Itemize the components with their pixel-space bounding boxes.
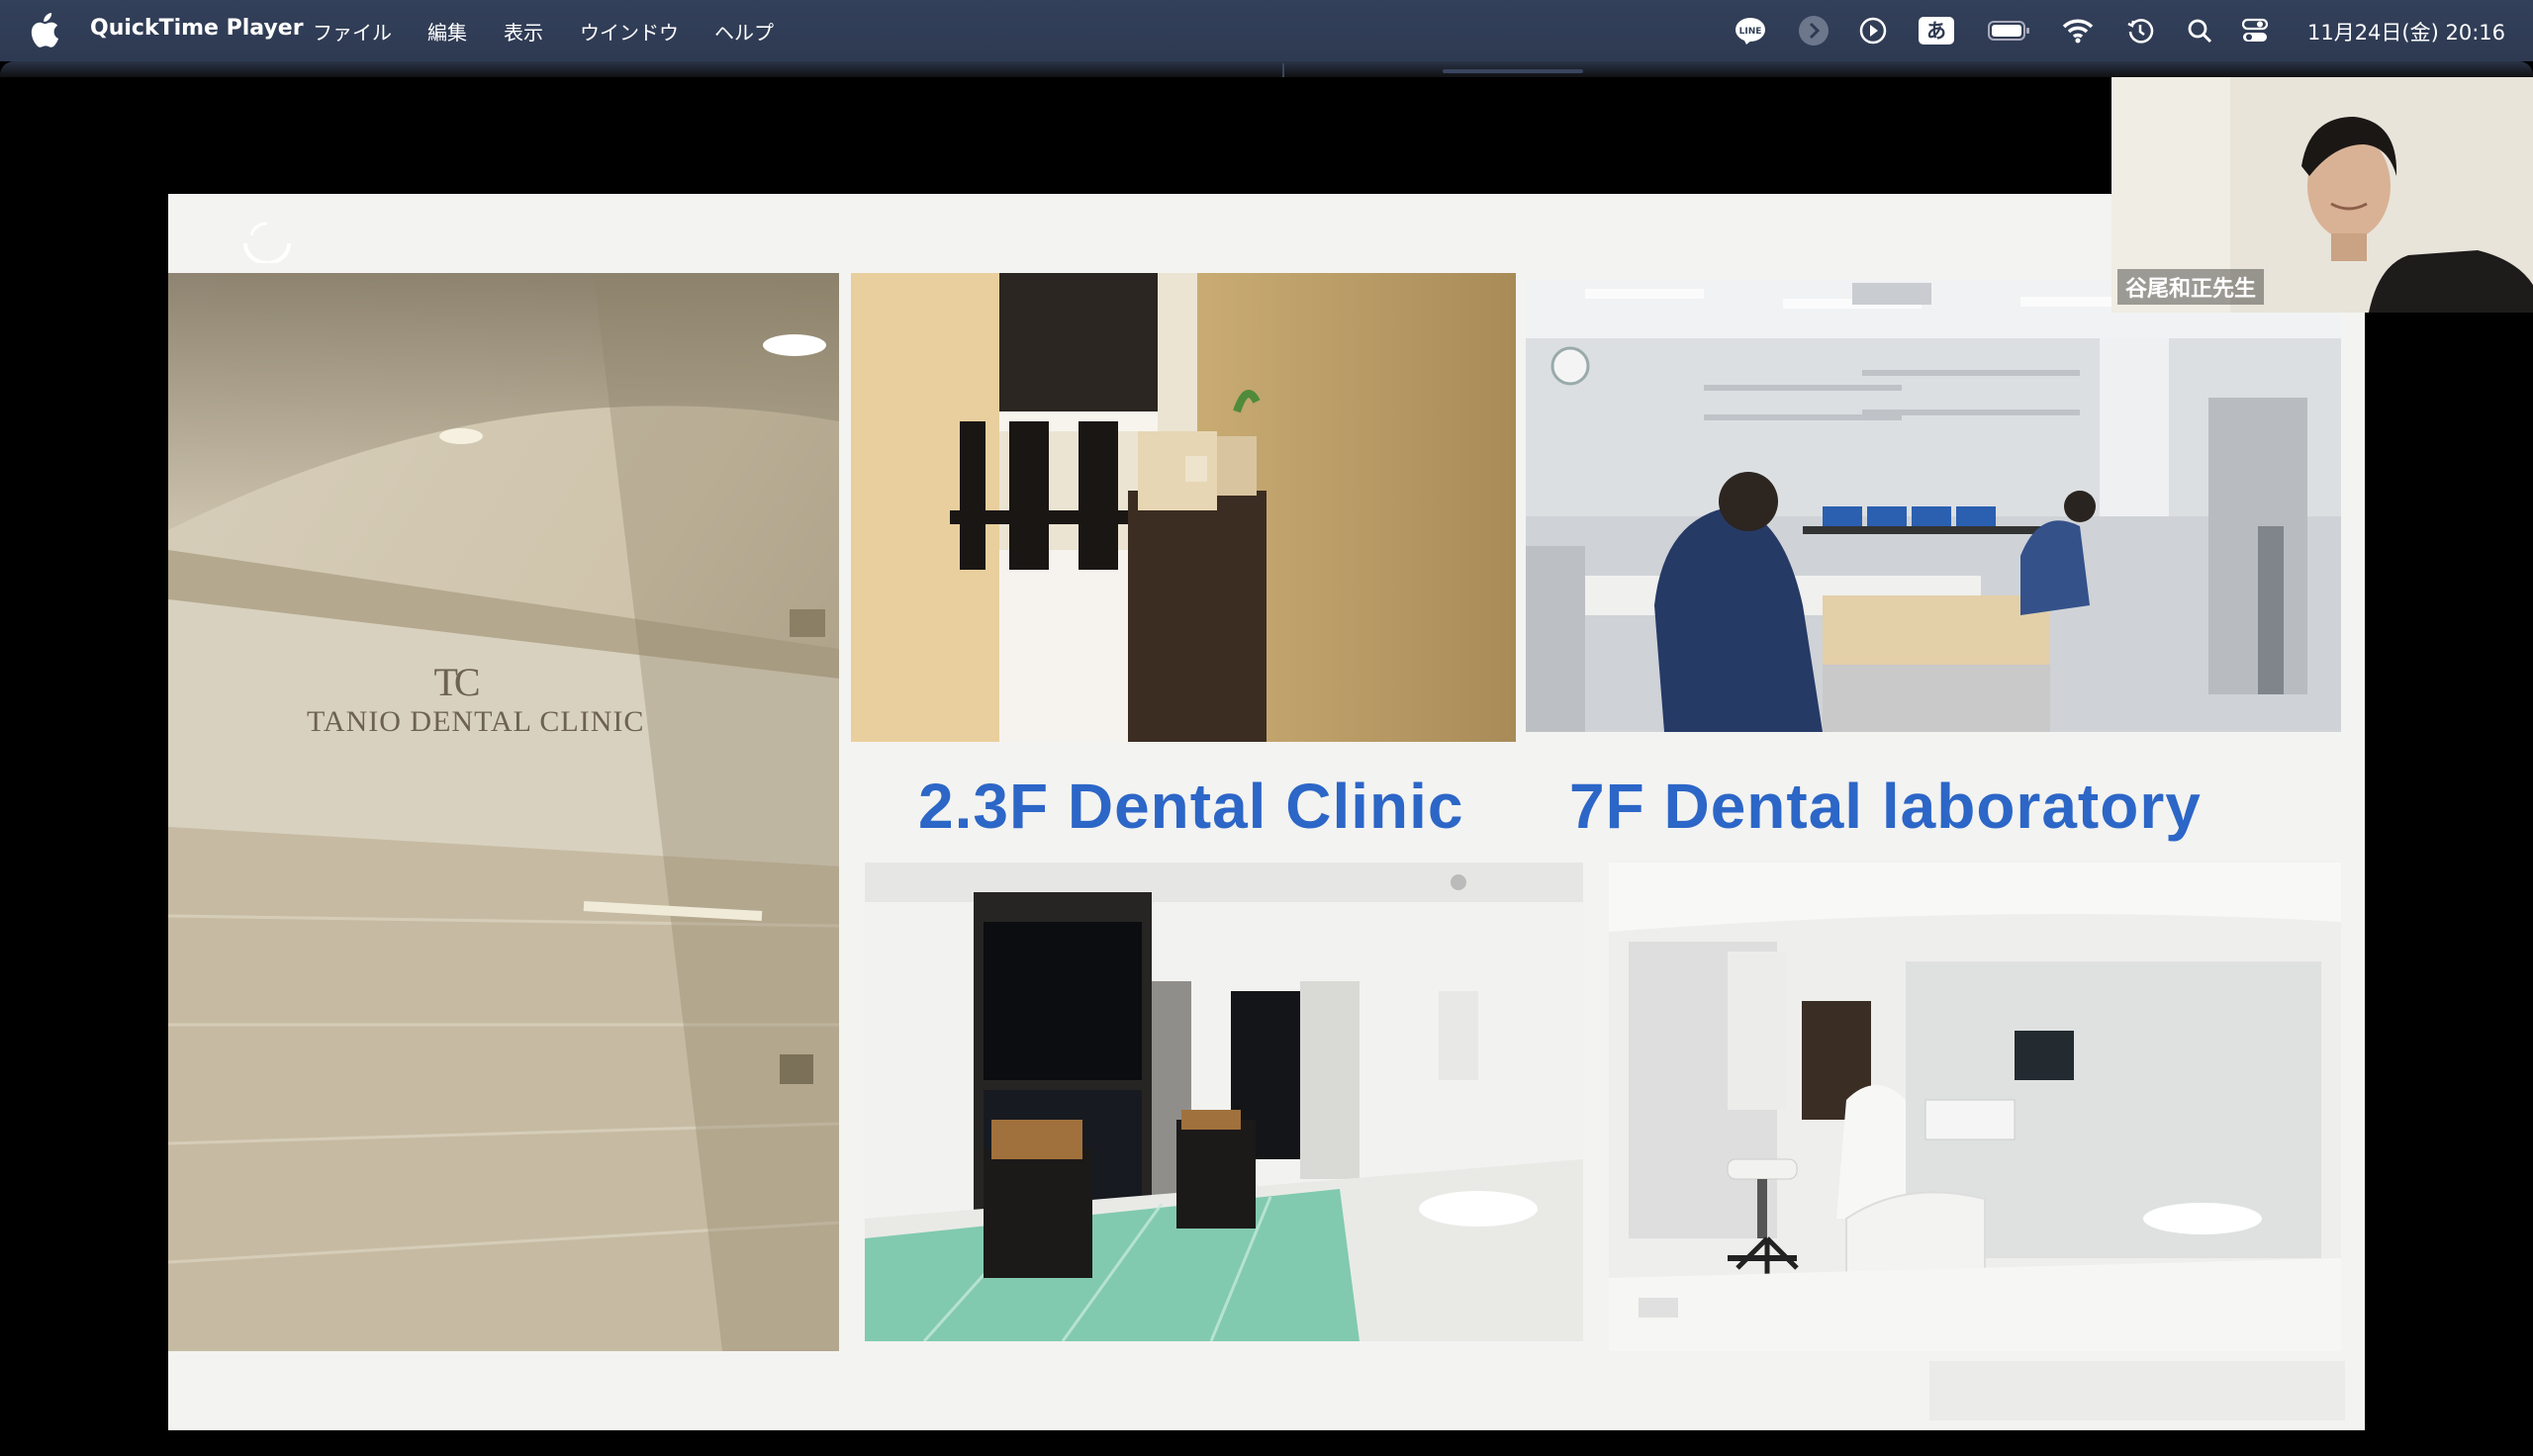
battery-icon[interactable] bbox=[1987, 14, 2032, 47]
menu-file[interactable]: ファイル bbox=[313, 17, 392, 46]
app-name-menu[interactable]: QuickTime Player bbox=[90, 16, 304, 41]
entrance-hallway-photo: TC TANIO DENTAL CLINIC bbox=[168, 273, 839, 1351]
dental-laboratory-photo bbox=[1526, 279, 2341, 732]
menu-view[interactable]: 表示 bbox=[504, 17, 543, 46]
clinic-sign-text: TANIO DENTAL CLINIC bbox=[307, 705, 645, 738]
forward-icon[interactable] bbox=[1797, 14, 1830, 47]
control-center-icon[interactable] bbox=[2240, 14, 2270, 47]
webcam-tile[interactable]: 谷尾和正先生 bbox=[2111, 77, 2533, 313]
participant-name-label: 谷尾和正先生 bbox=[2117, 269, 2265, 305]
window-divider bbox=[1282, 63, 1284, 77]
menu-window[interactable]: ウインドウ bbox=[580, 17, 679, 46]
input-method-icon[interactable]: あ bbox=[1918, 14, 1955, 47]
time-machine-icon[interactable] bbox=[2125, 14, 2155, 47]
slide-watermark bbox=[1929, 1361, 2345, 1420]
caption-dental-laboratory: 7F Dental laboratory bbox=[1569, 771, 2202, 842]
window-tab bbox=[1443, 69, 1583, 73]
slide-logo-icon bbox=[243, 222, 291, 263]
play-circle-icon[interactable] bbox=[1856, 14, 1890, 47]
treatment-room-photo bbox=[1609, 863, 2341, 1351]
lounge-photo bbox=[865, 863, 1583, 1341]
menu-edit[interactable]: 編集 bbox=[427, 17, 467, 46]
waiting-room-photo bbox=[851, 273, 1516, 742]
menu-bar: QuickTime Player ファイル 編集 表示 ウインドウ ヘルプ LI… bbox=[0, 0, 2533, 61]
wifi-icon[interactable] bbox=[2060, 14, 2096, 47]
caption-dental-clinic: 2.3F Dental Clinic bbox=[918, 771, 1464, 842]
menubar-clock[interactable]: 11月24日(金) 20:16 bbox=[2307, 17, 2505, 46]
window-title-strip bbox=[0, 61, 2533, 77]
menu-help[interactable]: ヘルプ bbox=[714, 17, 774, 46]
presentation-slide: TC TANIO DENTAL CLINIC 2.3F Dental Clini… bbox=[168, 194, 2365, 1430]
apple-menu-icon[interactable] bbox=[30, 12, 59, 47]
clinic-sign: TC TANIO DENTAL CLINIC bbox=[307, 659, 645, 739]
line-icon[interactable]: LINE bbox=[1734, 14, 1767, 47]
search-icon[interactable] bbox=[2185, 14, 2214, 47]
clinic-monogram: TC bbox=[433, 660, 480, 704]
svg-text:LINE: LINE bbox=[1739, 27, 1762, 37]
